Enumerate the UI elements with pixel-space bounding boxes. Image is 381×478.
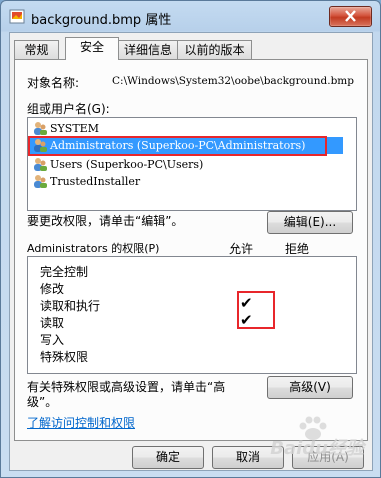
edit-button[interactable]: 编辑(E)... xyxy=(267,211,353,234)
learn-access-control-link[interactable]: 了解访问控制和权限 xyxy=(27,414,135,431)
users-icon xyxy=(34,158,47,171)
tab-previous-versions[interactable]: 以前的版本 xyxy=(177,40,252,59)
properties-dialog: background.bmp 属性 常规 安全 详细信息 以前的版本 对象名称:… xyxy=(0,0,381,478)
annotation-highlight-administrators xyxy=(28,136,327,156)
object-name-label: 对象名称: xyxy=(27,76,80,90)
tab-details[interactable]: 详细信息 xyxy=(117,40,179,59)
users-icon xyxy=(34,122,47,135)
allow-header: 允许 xyxy=(229,242,254,256)
deny-header: 拒绝 xyxy=(285,242,310,256)
principal-item-users[interactable]: Users (Superkoo-PC\Users) xyxy=(30,156,343,173)
principal-item-trustedinstaller[interactable]: TrustedInstaller xyxy=(30,173,343,190)
groups-label: 组或用户名(G): xyxy=(27,102,110,116)
users-icon xyxy=(34,175,47,188)
permission-special: 特殊权限 xyxy=(40,350,89,364)
edit-hint: 要更改权限，请单击“编辑”。 xyxy=(27,214,184,228)
permission-read-execute: 读取和执行 xyxy=(40,299,101,313)
principal-item-system[interactable]: SYSTEM xyxy=(30,120,343,137)
tab-general[interactable]: 常规 xyxy=(14,40,59,59)
dialog-client: 常规 安全 详细信息 以前的版本 对象名称: C:\Windows\System… xyxy=(9,32,373,471)
watermark-text: Baidu经验 xyxy=(270,438,364,459)
ok-button[interactable]: 确定 xyxy=(132,446,204,469)
permission-modify: 修改 xyxy=(40,282,65,296)
window-title: background.bmp 属性 xyxy=(31,13,172,28)
advanced-hint-line2: 级”。 xyxy=(27,395,58,409)
close-button[interactable] xyxy=(329,6,372,27)
title-bar[interactable]: background.bmp 属性 xyxy=(1,1,380,32)
annotation-highlight-checks xyxy=(237,291,275,329)
tab-security[interactable]: 安全 xyxy=(65,37,119,60)
bitmap-file-icon xyxy=(9,9,25,24)
object-name-value: C:\Windows\System32\oobe\background.bmp xyxy=(112,75,354,87)
close-icon xyxy=(345,10,356,22)
principals-list[interactable]: SYSTEM Administrators (Superkoo-PC\Admin… xyxy=(27,117,357,211)
permissions-list[interactable]: 完全控制 修改 读取和执行 ✔ 读取 ✔ 写入 特殊权限 xyxy=(27,256,357,374)
permission-full-control: 完全控制 xyxy=(40,265,89,279)
permission-write: 写入 xyxy=(40,333,65,347)
advanced-button[interactable]: 高级(V) xyxy=(267,376,353,399)
tab-strip: 常规 安全 详细信息 以前的版本 xyxy=(10,37,372,60)
permission-read: 读取 xyxy=(40,316,65,330)
security-panel: 对象名称: C:\Windows\System32\oobe\backgroun… xyxy=(14,59,368,441)
permissions-header: Administrators 的权限(P) xyxy=(27,242,160,255)
